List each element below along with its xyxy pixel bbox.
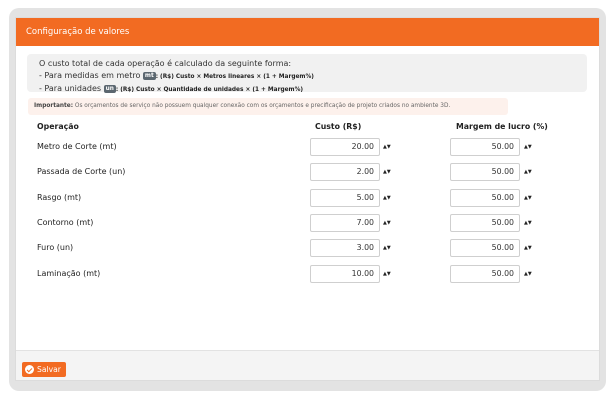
panel-footer: Salvar	[16, 350, 599, 380]
margin-stepper-arrows-icon[interactable]: ▲▼	[524, 138, 532, 156]
margin-input[interactable]: 50.00	[450, 163, 520, 181]
cost-input[interactable]: 2.00	[310, 163, 380, 181]
calculation-info-box: O custo total de cada operação é calcula…	[27, 54, 587, 93]
margin-stepper-arrows-icon[interactable]: ▲▼	[524, 265, 532, 283]
cost-input[interactable]: 7.00	[310, 214, 380, 232]
check-circle-icon	[25, 365, 34, 374]
cost-input[interactable]: 10.00	[310, 265, 380, 283]
margin-stepper-arrows-icon[interactable]: ▲▼	[524, 214, 532, 232]
column-header-operacao: Operação	[37, 122, 79, 131]
info-line-2: - Para medidas em metro mt: (R$) Custo ×…	[39, 70, 314, 80]
cost-stepper-arrows-icon[interactable]: ▲▼	[383, 138, 391, 156]
operation-label: Furo (un)	[37, 243, 74, 252]
operation-label: Metro de Corte (mt)	[37, 142, 117, 151]
info-line-1: O custo total de cada operação é calcula…	[39, 59, 292, 68]
margin-stepper-arrows-icon[interactable]: ▲▼	[524, 163, 532, 181]
cost-input[interactable]: 20.00	[310, 138, 380, 156]
margin-input[interactable]: 50.00	[450, 138, 520, 156]
info-line-3: - Para unidades un: (R$) Custo × Quantid…	[39, 84, 304, 93]
margin-input[interactable]: 50.00	[450, 214, 520, 232]
note-label: Importante:	[34, 103, 74, 109]
save-button[interactable]: Salvar	[22, 362, 66, 377]
config-panel: Configuração de valores O custo total de…	[15, 17, 600, 381]
column-header-custo: Custo (R$)	[315, 122, 362, 131]
column-header-margem: Margem de lucro (%)	[456, 122, 548, 131]
operation-label: Contorno (mt)	[37, 218, 94, 227]
panel-title: Configuração de valores	[16, 18, 599, 46]
operation-label: Laminação (mt)	[37, 269, 101, 278]
important-note: Importante: Os orçamentos de serviço não…	[28, 98, 508, 115]
cost-input[interactable]: 5.00	[310, 189, 380, 207]
cost-stepper-arrows-icon[interactable]: ▲▼	[383, 214, 391, 232]
unit-tag-un: un	[103, 85, 116, 93]
cost-stepper-arrows-icon[interactable]: ▲▼	[383, 189, 391, 207]
formula-mt: : (R$) Custo × Metros lineares × (1 + Ma…	[155, 73, 314, 80]
margin-input[interactable]: 50.00	[450, 189, 520, 207]
margin-stepper-arrows-icon[interactable]: ▲▼	[524, 239, 532, 257]
operation-label: Passada de Corte (un)	[37, 167, 126, 176]
unit-tag-mt: mt	[142, 71, 156, 80]
cost-input[interactable]: 3.00	[310, 239, 380, 257]
operation-label: Rasgo (mt)	[37, 193, 82, 202]
save-button-label: Salvar	[37, 365, 61, 374]
formula-un: : (R$) Custo × Quantidade de unidades × …	[115, 87, 304, 93]
note-text: Os orçamentos de serviço não possuem qua…	[74, 103, 451, 109]
margin-input[interactable]: 50.00	[450, 239, 520, 257]
cost-stepper-arrows-icon[interactable]: ▲▼	[383, 265, 391, 283]
cost-stepper-arrows-icon[interactable]: ▲▼	[383, 239, 391, 257]
margin-stepper-arrows-icon[interactable]: ▲▼	[524, 189, 532, 207]
margin-input[interactable]: 50.00	[450, 265, 520, 283]
cost-stepper-arrows-icon[interactable]: ▲▼	[383, 163, 391, 181]
